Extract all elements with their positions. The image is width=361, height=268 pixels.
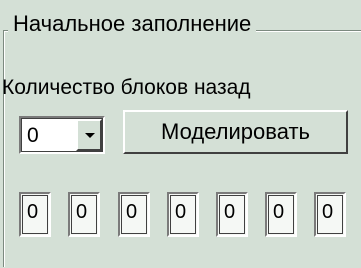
cell-input-3[interactable]: 0 xyxy=(118,192,150,237)
cell-input-5[interactable]: 0 xyxy=(216,192,248,237)
group-title: Начальное заполнение xyxy=(8,11,257,37)
blocks-back-combobox[interactable]: 0 xyxy=(19,116,105,154)
chevron-down-icon xyxy=(85,133,95,138)
combobox-value: 0 xyxy=(27,124,39,147)
dropdown-button[interactable] xyxy=(76,119,102,151)
cell-input-7[interactable]: 0 xyxy=(314,192,346,237)
blocks-back-label: Количество блоков назад xyxy=(2,76,251,99)
cell-input-4[interactable]: 0 xyxy=(167,192,199,237)
cell-input-6[interactable]: 0 xyxy=(265,192,297,237)
cell-input-2[interactable]: 0 xyxy=(68,192,100,237)
cell-input-1[interactable]: 0 xyxy=(19,192,51,237)
simulate-button[interactable]: Моделировать xyxy=(123,110,348,154)
